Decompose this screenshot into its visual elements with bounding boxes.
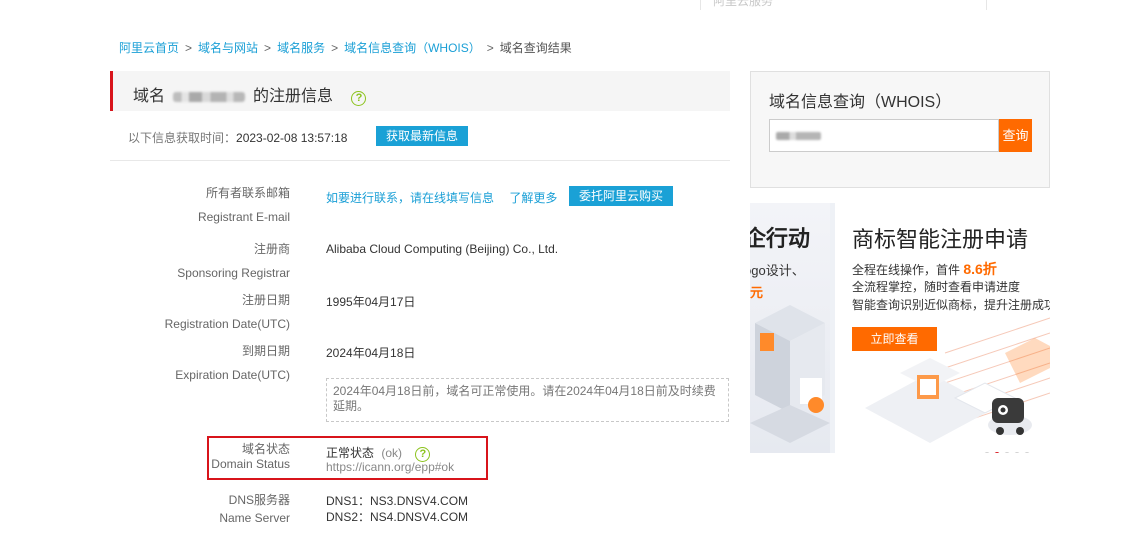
renewal-notice: 2024年04月18日前，域名可正常使用。请在2024年04月18日前及时续费延… <box>326 378 729 422</box>
top-nav-strip: 阿里云服务 <box>0 0 1131 10</box>
label-en: Sponsoring Registrar <box>177 266 290 280</box>
carousel-dot[interactable] <box>1024 452 1030 453</box>
breadcrumb-sep: > <box>264 41 272 55</box>
label-cn: 到期日期 <box>241 344 290 358</box>
breadcrumb-sep: > <box>185 41 193 55</box>
registrant-email-label: 所有者联系邮箱 Registrant E-mail <box>110 181 290 229</box>
refresh-info-button[interactable]: 获取最新信息 <box>376 126 468 146</box>
whois-query-button[interactable]: 查询 <box>999 119 1032 152</box>
promo-banner[interactable]: 企行动 ogo设计、 元 商标智能注册申请 全程在线操作，首件 8.6折 全流程… <box>750 203 1050 453</box>
breadcrumb-current: 域名查询结果 <box>499 41 572 55</box>
banner-line-1: 全程在线操作，首件 8.6折 <box>852 259 997 279</box>
registrar-label: 注册商 Sponsoring Registrar <box>110 237 290 285</box>
banner-line-2: 全流程掌控，随时查看申请进度 <box>852 280 1021 294</box>
breadcrumb-domain-service[interactable]: 域名服务 <box>277 41 325 55</box>
top-nav-segment[interactable]: 阿里云服务 <box>700 0 987 10</box>
label-cn: 注册商 <box>253 242 290 256</box>
ns1-value: DNS1：NS3.DNSV4.COM <box>326 494 469 508</box>
label-en: Registrant E-mail <box>197 210 290 224</box>
page-title-suffix: 的注册信息 <box>253 88 334 105</box>
label-cn: 域名状态 <box>241 442 290 456</box>
ns2-value: DNS2：NS4.DNSV4.COM <box>326 510 469 524</box>
status-code: (ok) <box>381 446 403 460</box>
carousel-dot-active[interactable] <box>994 452 1000 453</box>
carousel-dot[interactable] <box>984 452 990 453</box>
carousel-dot[interactable] <box>1014 452 1020 453</box>
status-url[interactable]: https://icann.org/epp#ok <box>326 460 454 474</box>
entrust-aliyun-button[interactable]: 委托阿里云购买 <box>569 186 673 206</box>
breadcrumb-home[interactable]: 阿里云首页 <box>119 41 179 55</box>
label-cn: 所有者联系邮箱 <box>205 186 290 200</box>
page-title: 域名 的注册信息 ? <box>133 82 367 106</box>
whois-search-input[interactable] <box>769 119 999 152</box>
breadcrumb-domain-website[interactable]: 域名与网站 <box>198 41 258 55</box>
redacted-input-text <box>776 132 821 140</box>
carousel-dots <box>984 445 1034 453</box>
divider <box>110 160 730 161</box>
label-en: Domain Status <box>211 457 290 471</box>
banner-prev-title: 企行动 <box>750 226 811 251</box>
label-cn: 注册日期 <box>241 293 290 307</box>
banner-title: 商标智能注册申请 <box>852 227 1029 252</box>
trademark-illustration <box>865 317 1050 443</box>
whois-panel-title: 域名信息查询（WHOIS） <box>769 94 952 111</box>
expiration-date-label: 到期日期 Expiration Date(UTC) <box>110 339 290 387</box>
redacted-domain <box>173 91 246 102</box>
breadcrumb-sep: > <box>486 41 494 55</box>
registration-date-label: 注册日期 Registration Date(UTC) <box>110 288 290 336</box>
status-text: 正常状态 <box>326 446 375 460</box>
breadcrumb-sep: > <box>331 41 339 55</box>
banner-prev-line: ogo设计、 <box>750 263 805 278</box>
top-nav-text: 阿里云服务 <box>713 0 774 8</box>
page-title-block: 域名 的注册信息 ? <box>110 71 730 111</box>
page-title-prefix: 域名 <box>133 88 166 105</box>
banner-discount: 8.6折 <box>963 261 997 277</box>
breadcrumb-whois[interactable]: 域名信息查询（WHOIS） <box>344 41 481 55</box>
label-en: Expiration Date(UTC) <box>175 368 290 382</box>
banner-line-1-text: 全程在线操作，首件 <box>852 263 961 277</box>
name-server-label: DNS服务器 Name Server <box>110 491 290 527</box>
banner-line-3: 智能查询识别近似商标，提升注册成功率 <box>852 298 1050 312</box>
label-cn: DNS服务器 <box>228 493 290 507</box>
fetch-time-value: 2023-02-08 13:57:18 <box>236 131 348 145</box>
label-en: Name Server <box>219 511 290 525</box>
online-contact-link[interactable]: 如要进行联系，请在线填写信息 <box>326 191 494 205</box>
banner-current-slide: 商标智能注册申请 全程在线操作，首件 8.6折 全流程掌控，随时查看申请进度 智… <box>835 203 1050 453</box>
isometric-illustration <box>750 305 830 443</box>
registrant-email-links: 如要进行联系，请在线填写信息 了解更多 <box>326 189 557 206</box>
registrar-value: Alibaba Cloud Computing (Beijing) Co., L… <box>326 242 559 256</box>
whois-search-panel: 域名信息查询（WHOIS） 查询 <box>750 71 1050 188</box>
registration-date-value: 1995年04月17日 <box>326 295 416 309</box>
banner-prev-slide: 企行动 ogo设计、 元 <box>750 203 830 453</box>
learn-more-link[interactable]: 了解更多 <box>509 191 557 205</box>
label-en: Registration Date(UTC) <box>164 317 290 331</box>
fetch-time-label: 以下信息获取时间： <box>128 131 237 145</box>
carousel-dot[interactable] <box>1004 452 1010 453</box>
help-icon[interactable]: ? <box>351 91 367 106</box>
fetch-time-row: 以下信息获取时间：2023-02-08 13:57:18 <box>128 129 347 146</box>
breadcrumb: 阿里云首页 > 域名与网站 > 域名服务 > 域名信息查询（WHOIS） > 域名查询结果 <box>119 39 572 56</box>
domain-status-label: 域名状态 Domain Status <box>110 442 290 472</box>
expiration-date-value: 2024年04月18日 <box>326 346 416 360</box>
